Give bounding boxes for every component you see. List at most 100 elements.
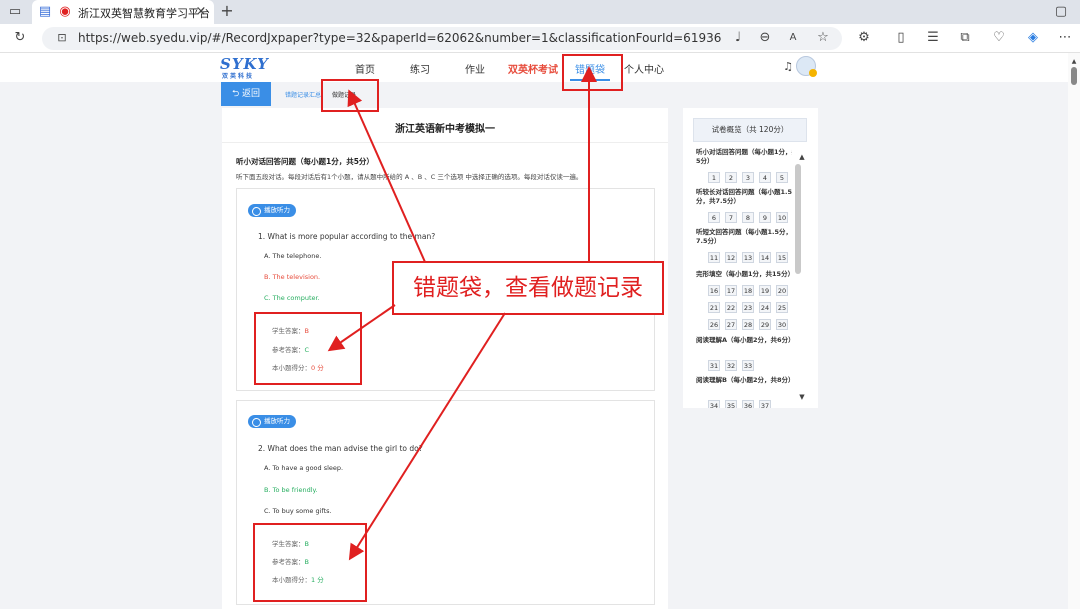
question-number[interactable]: 1 xyxy=(708,172,720,183)
copilot-icon[interactable]: ◈ xyxy=(1024,29,1042,47)
question-number[interactable]: 26 xyxy=(708,319,720,330)
question-number[interactable]: 13 xyxy=(742,252,754,263)
question-number[interactable]: 16 xyxy=(708,285,720,296)
nav-personal-center[interactable]: 个人中心 xyxy=(624,61,664,76)
nav-home[interactable]: 首页 xyxy=(355,61,375,76)
web-page: SYKY 双英科技 首页 练习 作业 双英杯考试 错题袋 个人中心 ♫ ⮌ 返回… xyxy=(0,53,1068,609)
question-number[interactable]: 34 xyxy=(708,400,720,408)
group-title: 完形填空（每小题1分，共15分） xyxy=(696,270,792,278)
question-number[interactable]: 23 xyxy=(742,302,754,313)
site-logo[interactable]: SYKY 双英科技 xyxy=(220,55,269,80)
annotation-callout: 错题袋，查看做题记录 xyxy=(392,261,664,315)
site-favicon-icon: ◉ xyxy=(59,4,71,19)
play-audio-button[interactable]: 播放听力 xyxy=(248,204,296,217)
question-number[interactable]: 3 xyxy=(742,172,754,183)
question-number[interactable]: 2 xyxy=(725,172,737,183)
browser-toolbar: ↻ ⊡ https://web.syedu.vip/#/RecordJxpape… xyxy=(0,24,1080,53)
nav-exam[interactable]: 双英杯考试 xyxy=(508,61,558,76)
minimize-icon[interactable]: ▢ xyxy=(1052,3,1070,21)
question-text: 1. What is more popular according to the… xyxy=(258,232,436,241)
question-number[interactable]: 31 xyxy=(708,360,720,371)
more-menu-icon[interactable]: ⋯ xyxy=(1056,29,1074,47)
question-number[interactable]: 9 xyxy=(759,212,771,223)
paper-title: 浙江英语新中考模拟一 xyxy=(395,124,495,135)
split-screen-icon[interactable]: ▯ xyxy=(892,29,910,47)
browser-tab-strip: ▭ ▤ ◉ 浙江双英智慧教育学习平台 × + ▢ xyxy=(0,0,1080,24)
play-audio-button[interactable]: 播放听力 xyxy=(248,415,296,428)
question-number[interactable]: 20 xyxy=(776,285,788,296)
bell-icon[interactable]: ♫ xyxy=(779,58,797,76)
question-number[interactable]: 4 xyxy=(759,172,771,183)
close-tab-icon[interactable]: × xyxy=(192,3,210,21)
tab-title: 浙江双英智慧教育学习平台 xyxy=(78,7,210,20)
question-number[interactable]: 14 xyxy=(759,252,771,263)
option-c: C. To buy some gifts. xyxy=(264,507,332,515)
question-number[interactable]: 25 xyxy=(776,302,788,313)
avatar-badge xyxy=(809,69,817,77)
group-title: 听较长对话回答问题（每小题1.5分，共7.5分） xyxy=(696,188,792,205)
page-scroll-thumb[interactable] xyxy=(1071,67,1077,85)
section-title: 听小对话回答问题（每小题1分，共5分） xyxy=(236,157,374,166)
overview-title: 试卷概览（共 120分） xyxy=(693,118,807,142)
question-number[interactable]: 36 xyxy=(742,400,754,408)
tab-page-icon: ▤ xyxy=(38,4,52,19)
option-c: C. The computer. xyxy=(264,294,320,302)
question-number[interactable]: 12 xyxy=(725,252,737,263)
favorite-star-icon[interactable]: ☆ xyxy=(814,29,832,47)
highlight-answer-1 xyxy=(254,312,362,385)
question-number[interactable]: 17 xyxy=(725,285,737,296)
question-number[interactable]: 6 xyxy=(708,212,720,223)
favorites-icon[interactable]: ☰ xyxy=(924,29,942,47)
option-b: B. To be friendly. xyxy=(264,486,318,494)
highlight-record-crumb xyxy=(321,79,379,112)
performance-icon[interactable]: ♡ xyxy=(990,29,1008,47)
question-number[interactable]: 7 xyxy=(725,212,737,223)
browser-tab[interactable]: ▤ ◉ 浙江双英智慧教育学习平台 × xyxy=(32,0,214,24)
overview-list[interactable]: 听小对话回答问题（每小题1分，共5分） 1 2 3 4 5 听较长对话回答问题（… xyxy=(696,148,792,408)
question-number[interactable]: 24 xyxy=(759,302,771,313)
question-number[interactable]: 21 xyxy=(708,302,720,313)
page-scrollbar[interactable]: ▲ xyxy=(1068,53,1080,609)
question-number[interactable]: 8 xyxy=(742,212,754,223)
group-title: 阅读理解A（每小题2分，共6分） xyxy=(696,336,792,344)
collections-icon[interactable]: ⧉ xyxy=(956,29,974,47)
group-title: 听小对话回答问题（每小题1分，共5分） xyxy=(696,148,792,165)
question-number[interactable]: 11 xyxy=(708,252,720,263)
question-number[interactable]: 22 xyxy=(725,302,737,313)
question-number[interactable]: 30 xyxy=(776,319,788,330)
refresh-icon[interactable]: ↻ xyxy=(11,29,29,47)
question-number[interactable]: 15 xyxy=(776,252,788,263)
back-arrow-icon: ⮌ xyxy=(231,89,243,99)
panel-scrollbar[interactable] xyxy=(795,164,801,274)
scroll-up-icon[interactable]: ▲ xyxy=(793,148,811,166)
back-button[interactable]: ⮌ 返回 xyxy=(221,82,271,106)
extensions-icon[interactable]: ⚙ xyxy=(855,29,873,47)
question-number[interactable]: 33 xyxy=(742,360,754,371)
question-number[interactable]: 37 xyxy=(759,400,771,408)
group-title: 听短文回答问题（每小题1.5分，共7.5分） xyxy=(696,228,792,245)
window-menu-icon[interactable]: ▭ xyxy=(6,3,24,21)
new-tab-button[interactable]: + xyxy=(218,2,236,20)
page-info-icon[interactable]: ⊡ xyxy=(53,29,71,47)
title-divider xyxy=(222,142,668,143)
option-b: B. The television. xyxy=(264,273,321,281)
question-number[interactable]: 27 xyxy=(725,319,737,330)
crumb-summary[interactable]: 错题记录汇总 xyxy=(285,90,321,99)
question-number[interactable]: 32 xyxy=(725,360,737,371)
question-number[interactable]: 10 xyxy=(776,212,788,223)
zoom-icon[interactable]: ⊖ xyxy=(756,29,774,47)
question-number[interactable]: 29 xyxy=(759,319,771,330)
question-number[interactable]: 19 xyxy=(759,285,771,296)
question-number[interactable]: 5 xyxy=(776,172,788,183)
nav-practice[interactable]: 练习 xyxy=(410,61,430,76)
nav-homework[interactable]: 作业 xyxy=(465,61,485,76)
address-bar[interactable]: ⊡ https://web.syedu.vip/#/RecordJxpaper?… xyxy=(42,27,842,50)
url-text: https://web.syedu.vip/#/RecordJxpaper?ty… xyxy=(78,31,722,45)
question-number[interactable]: 18 xyxy=(742,285,754,296)
question-number[interactable]: 35 xyxy=(725,400,737,408)
microphone-icon[interactable]: ♩ xyxy=(729,29,747,47)
scroll-down-icon[interactable]: ▼ xyxy=(793,388,811,406)
read-aloud-icon[interactable]: A xyxy=(784,29,802,47)
question-number[interactable]: 28 xyxy=(742,319,754,330)
question-text: 2. What does the man advise the girl to … xyxy=(258,444,423,453)
